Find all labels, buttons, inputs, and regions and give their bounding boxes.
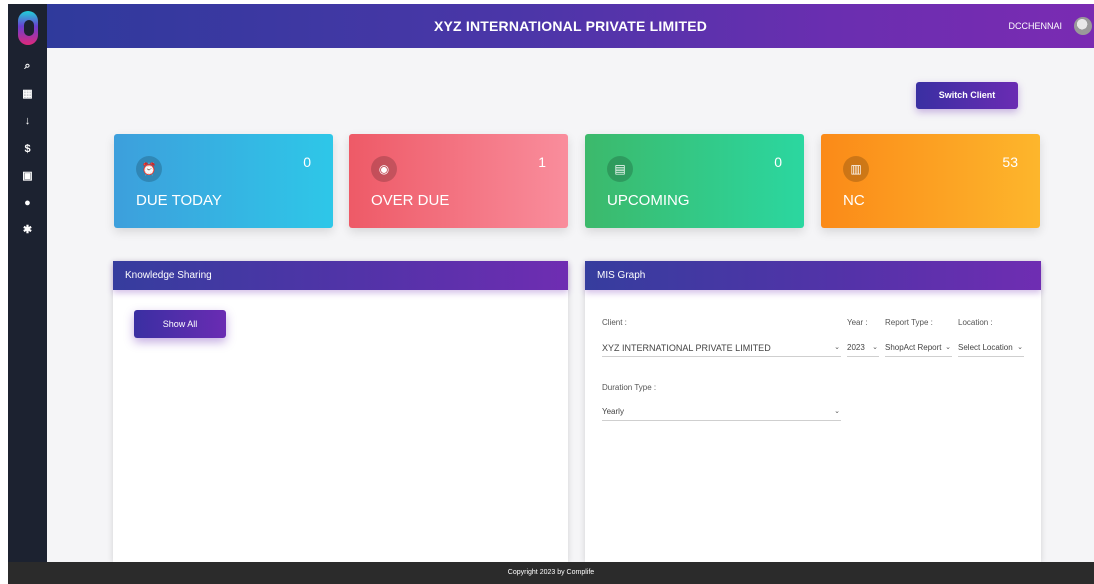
settings-icon[interactable]: ✱ [8,220,47,240]
nc-label: NC [843,192,865,209]
report-type-label: Report Type : [885,318,933,327]
location-select[interactable]: Select Location ⌄ [958,339,1024,357]
chevron-down-icon: ⌄ [945,344,951,351]
knowledge-sharing-title: Knowledge Sharing [113,261,568,290]
user-name[interactable]: DCCHENNAI [1008,4,1062,48]
dashboard-icon[interactable]: ▦ [8,84,47,104]
chevron-down-icon: ⌄ [872,344,878,351]
year-label: Year : [847,318,868,327]
client-select[interactable]: XYZ INTERNATIONAL PRIVATE LIMITED ⌄ [602,339,841,357]
dollar-icon[interactable]: $ [8,139,47,159]
app-window: ⌕ ▦ ↓ $ ▣ ● ✱ XYZ INTERNATIONAL PRIVATE … [0,0,1094,584]
over-due-label: OVER DUE [371,192,450,209]
client-label: Client : [602,318,627,327]
search-icon[interactable]: ⌕ [8,56,47,76]
due-today-count: 0 [303,154,311,170]
alarm-clock-icon: ⏰ [136,156,162,182]
nc-count: 53 [1002,154,1018,170]
mis-graph-panel: MIS Graph Client : XYZ INTERNATIONAL PRI… [585,261,1041,562]
report-type-select[interactable]: ShopAct Report ⌄ [885,339,952,357]
top-header: XYZ INTERNATIONAL PRIVATE LIMITED DCCHEN… [47,4,1094,48]
year-select[interactable]: 2023 ⌄ [847,339,879,357]
year-value: 2023 [847,343,865,352]
chevron-down-icon: ⌄ [1017,344,1023,351]
show-all-button[interactable]: Show All [134,310,226,338]
user-icon[interactable]: ● [8,193,47,213]
chevron-down-icon: ⌄ [834,344,840,351]
over-due-card[interactable]: ◉ 1 OVER DUE [349,134,568,228]
over-due-count: 1 [538,154,546,170]
alert-circle-icon: ◉ [371,156,397,182]
upcoming-card[interactable]: ▤ 0 UPCOMING [585,134,804,228]
upcoming-count: 0 [774,154,782,170]
duration-type-label: Duration Type : [602,383,657,392]
due-today-card[interactable]: ⏰ 0 DUE TODAY [114,134,333,228]
switch-client-button[interactable]: Switch Client [916,82,1018,109]
app-logo[interactable] [18,11,38,45]
duration-type-value: Yearly [602,407,624,416]
report-type-value: ShopAct Report [885,343,942,352]
duration-type-select[interactable]: Yearly ⌄ [602,403,841,421]
clipboard-icon: ▥ [843,156,869,182]
nc-card[interactable]: ▥ 53 NC [821,134,1040,228]
footer-copyright: Copyright 2023 by Complife [8,562,1094,584]
company-title: XYZ INTERNATIONAL PRIVATE LIMITED [433,18,708,34]
due-today-label: DUE TODAY [136,192,222,209]
avatar[interactable] [1074,17,1092,35]
location-value: Select Location [958,343,1013,352]
document-icon[interactable]: ▣ [8,166,47,186]
upcoming-label: UPCOMING [607,192,690,209]
sidebar: ⌕ ▦ ↓ $ ▣ ● ✱ [8,4,47,580]
mis-graph-title: MIS Graph [585,261,1041,290]
knowledge-sharing-panel: Knowledge Sharing Show All [113,261,568,562]
download-icon[interactable]: ↓ [8,111,47,131]
chevron-down-icon: ⌄ [834,408,840,415]
client-value: XYZ INTERNATIONAL PRIVATE LIMITED [602,343,771,353]
location-label: Location : [958,318,993,327]
calendar-icon: ▤ [607,156,633,182]
